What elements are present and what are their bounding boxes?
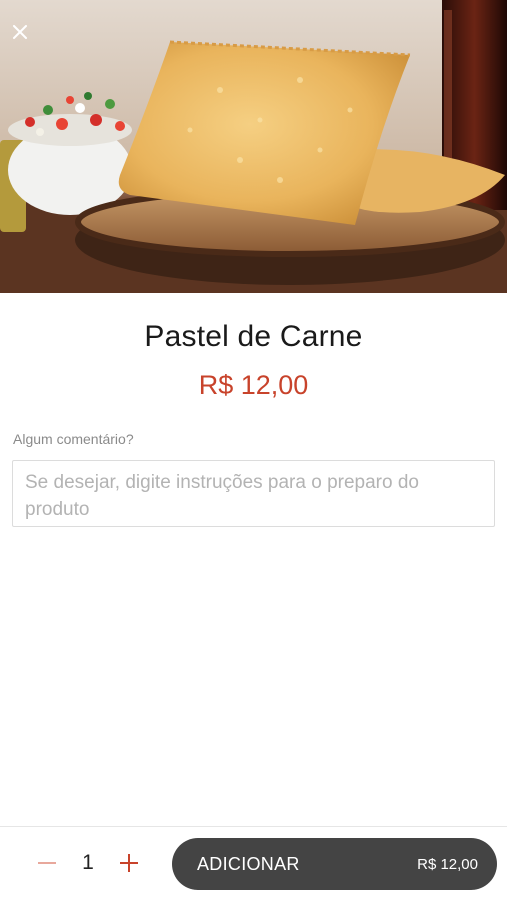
quantity-increase-button[interactable] [116,850,142,876]
product-name: Pastel de Carne [144,320,363,353]
comment-field[interactable] [12,460,495,527]
add-button-total: R$ 12,00 [417,855,478,873]
plus-icon [120,854,138,872]
pastel-photo [0,0,507,293]
bottom-bar: 1 ADICIONAR R$ 12,00 [0,826,507,900]
product-detail-screen: Pastel de Carne R$ 12,00 Algum comentári… [0,0,507,900]
quantity-decrease-button[interactable] [34,850,60,876]
close-icon [13,25,27,39]
close-button[interactable] [6,18,34,46]
minus-icon [38,862,56,864]
product-price: R$ 12,00 [198,370,309,400]
product-image [0,0,507,293]
add-to-cart-button[interactable]: ADICIONAR R$ 12,00 [172,838,497,890]
comment-input[interactable] [13,461,494,526]
quantity-value: 1 [82,851,94,874]
comment-label: Algum comentário? [13,431,134,447]
add-button-label: ADICIONAR [197,853,300,874]
